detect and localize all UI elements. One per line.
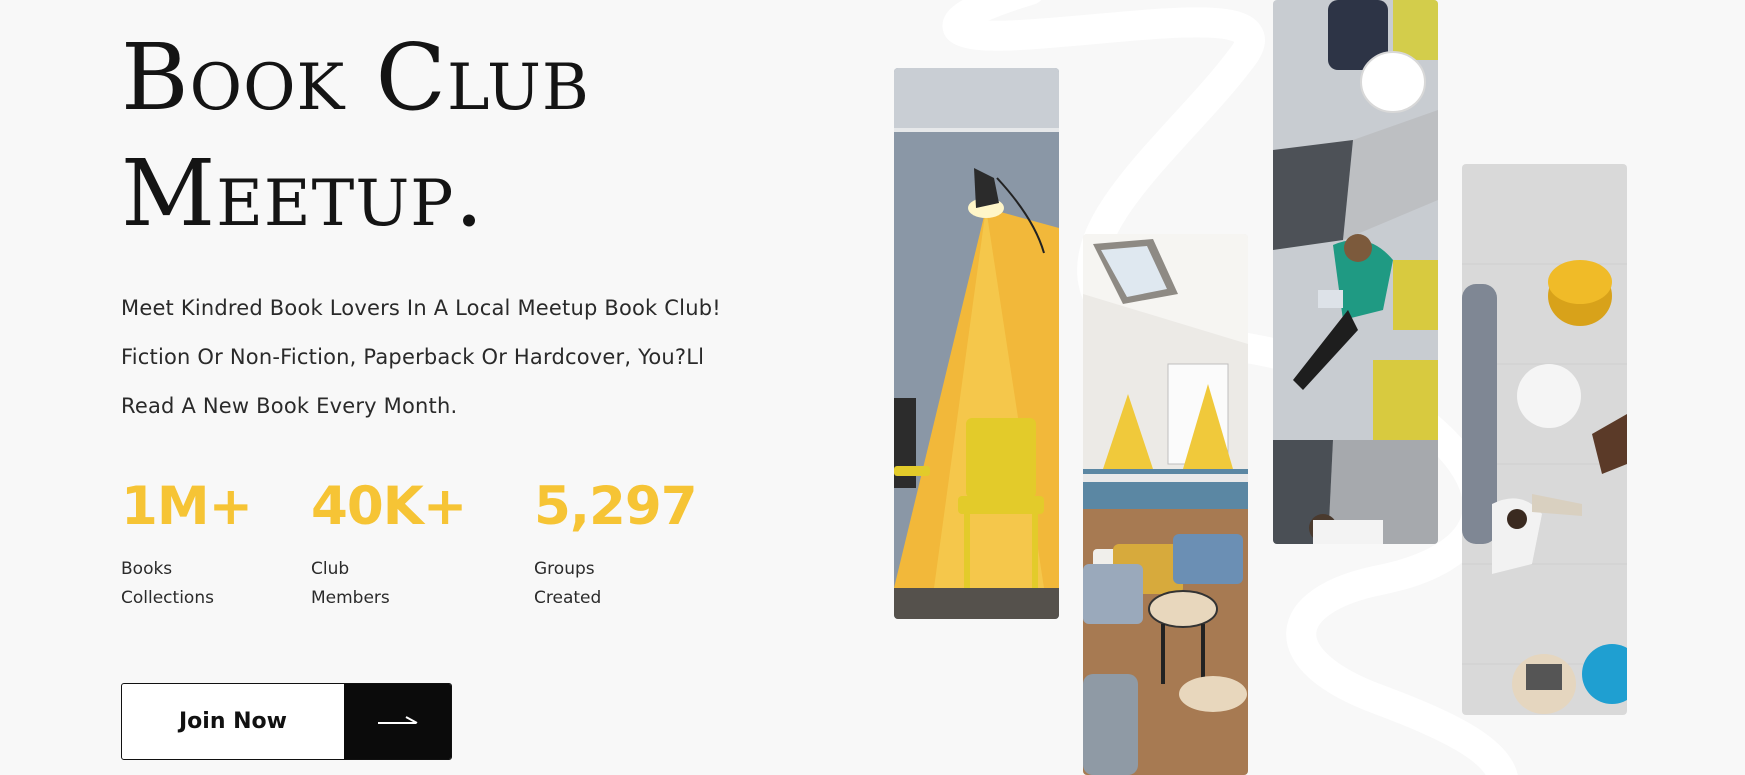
- join-now-label: Join Now: [178, 709, 287, 734]
- join-arrow-area[interactable]: [344, 684, 451, 759]
- stat-members: 40K+ Club Members: [311, 476, 467, 613]
- stat-books: 1M+ Books Collections: [121, 476, 261, 613]
- stat-value: 1M+: [121, 476, 253, 537]
- page-title: Book Club Meetup.: [121, 20, 590, 252]
- photo-lounge-top-view: [1462, 164, 1627, 715]
- stat-value: 5,297: [534, 476, 698, 537]
- intro-text: Meet Kindred Book Lovers In A Local Meet…: [121, 284, 781, 431]
- photo-cafe-lounge: [1083, 234, 1248, 775]
- photo-woman-on-sofa: [1273, 0, 1438, 544]
- intro-line-2: Fiction Or Non-Fiction, Paperback Or Har…: [121, 345, 705, 369]
- stat-label-line: Groups: [534, 559, 595, 579]
- stat-groups: 5,297 Groups Created: [534, 476, 698, 613]
- title-line-2: Meetup.: [121, 140, 485, 247]
- stat-label: Books Collections: [121, 555, 261, 613]
- stat-label-line: Collections: [121, 588, 214, 608]
- stat-label: Groups Created: [534, 555, 674, 613]
- long-arrow-right-icon: [377, 715, 417, 724]
- hero-section: Book Club Meetup. Meet Kindred Book Love…: [0, 0, 1745, 775]
- stat-label-line: Members: [311, 588, 390, 608]
- title-line-1: Book Club: [121, 24, 590, 131]
- intro-line-1: Meet Kindred Book Lovers In A Local Meet…: [121, 296, 721, 320]
- stat-value: 40K+: [311, 476, 467, 537]
- join-now-button[interactable]: Join Now: [121, 683, 452, 760]
- stat-label-line: Created: [534, 588, 602, 608]
- intro-line-3: Read A New Book Every Month.: [121, 394, 458, 418]
- photo-yellow-wall-chair: [894, 68, 1059, 619]
- stat-label: Club Members: [311, 555, 451, 613]
- stat-label-line: Books: [121, 559, 173, 579]
- stat-label-line: Club: [311, 559, 350, 579]
